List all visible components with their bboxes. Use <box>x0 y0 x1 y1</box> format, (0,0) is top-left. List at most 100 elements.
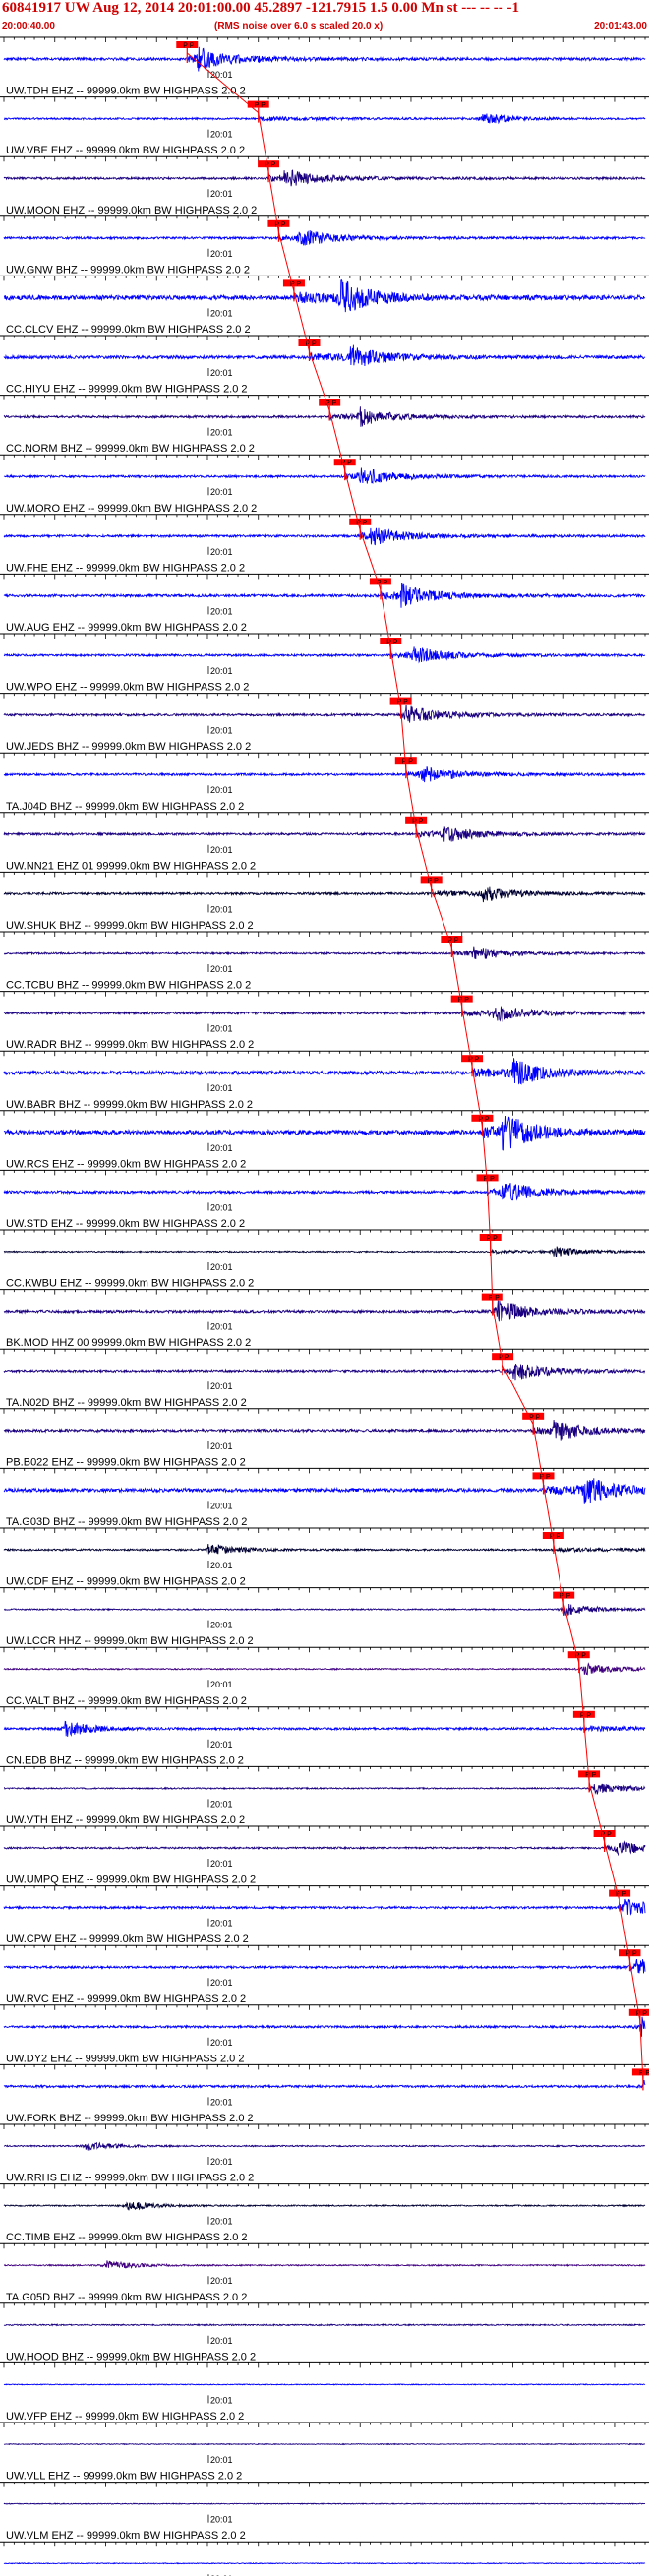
waveform-trace <box>3 113 646 125</box>
minute-label: 20:01 <box>210 2097 233 2107</box>
minute-label: 20:01 <box>210 1680 233 1689</box>
channel-row: UW.FORK BHZ -- 99999.0km BW HIGHPASS 2.0… <box>0 2063 649 2124</box>
channel-label: CC.VALT BHZ -- 99999.0km BW HIGHPASS 2.0… <box>6 1695 247 1707</box>
channel-label: UW.BABR BHZ -- 99999.0km BW HIGHPASS 2.0… <box>6 1099 253 1111</box>
channel-label: UW.UMPQ EHZ -- 99999.0km BW HIGHPASS 2.0… <box>6 1874 256 1886</box>
channel-label: UW.CDF EHZ -- 99999.0km BW HIGHPASS 2.0 … <box>6 1576 246 1588</box>
waveform-trace <box>3 467 646 485</box>
minute-label: 20:01 <box>210 2455 233 2465</box>
waveform-trace <box>3 646 646 664</box>
minute-label: 20:01 <box>210 130 233 140</box>
channel-label: TA.G03D BHZ -- 99999.0km BW HIGHPASS 2.0… <box>6 1516 247 1528</box>
waveform-trace <box>3 1898 646 1916</box>
channel-label: UW.GNW BHZ -- 99999.0km BW HIGHPASS 2.0 … <box>6 264 250 276</box>
channel-row: UW.FHE EHZ -- 99999.0km BW HIGHPASS 2.0 … <box>0 514 649 574</box>
channel-label: UW.MOON EHZ -- 99999.0km BW HIGHPASS 2.0… <box>6 205 257 216</box>
minute-label: 20:01 <box>210 1083 233 1093</box>
channel-row: UW.CDF EHZ -- 99999.0km BW HIGHPASS 2.0 … <box>0 1527 649 1588</box>
channel-row: CC.TIMB EHZ -- 99999.0km BW HIGHPASS 2.0… <box>0 2183 649 2243</box>
minute-label: 20:01 <box>210 1919 233 1929</box>
waveform-trace <box>3 1419 646 1441</box>
pick-label: P P <box>274 221 285 228</box>
channel-label: TA.N02D BHZ -- 99999.0km BW HIGHPASS 2.0… <box>6 1397 247 1409</box>
channel-label: UW.SHUK BHZ -- 99999.0km BW HIGHPASS 2.0… <box>6 920 254 932</box>
channel-label: CC.TIMB EHZ -- 99999.0km BW HIGHPASS 2.0… <box>6 2232 248 2243</box>
seismogram-plot: UW.TDH EHZ -- 99999.0km BW HIGHPASS 2.0 … <box>0 36 649 2576</box>
waveform-trace <box>3 2502 645 2505</box>
channel-label: UW.VBE EHZ -- 99999.0km BW HIGHPASS 2.0 … <box>6 145 245 156</box>
minute-label: 20:01 <box>210 2276 233 2286</box>
waveform-trace <box>3 2383 646 2386</box>
waveform-trace <box>3 1058 646 1085</box>
channel-row: UW.STD EHZ -- 99999.0km BW HIGHPASS 2.0 … <box>0 1169 649 1230</box>
waveform-trace <box>3 1840 646 1856</box>
waveform-trace <box>3 1363 646 1381</box>
channel-label: CC.KWBU EHZ -- 99999.0km BW HIGHPASS 2.0… <box>6 1278 254 1290</box>
minute-label: 20:01 <box>210 726 233 736</box>
minute-label: 20:01 <box>210 2217 233 2227</box>
channel-label: UW.LCCR HHZ -- 99999.0km BW HIGHPASS 2.0… <box>6 1635 254 1647</box>
waveform-trace <box>3 1246 646 1257</box>
channel-label: UW.WPO EHZ -- 99999.0km BW HIGHPASS 2.0 … <box>6 682 249 694</box>
pick-label: P P <box>639 2070 649 2077</box>
minute-label: 20:01 <box>210 2515 233 2525</box>
channel-row: TA.J04D BHZ -- 99999.0km BW HIGHPASS 2.0… <box>0 752 649 813</box>
minute-label: 20:01 <box>210 1740 233 1749</box>
minute-label: 20:01 <box>210 2038 233 2048</box>
pick-label: P P <box>580 1712 591 1719</box>
waveform-trace <box>3 946 646 960</box>
waveform-trace <box>3 1603 646 1616</box>
minute-label: 20:01 <box>210 189 233 199</box>
waveform-trace <box>3 1115 646 1151</box>
channel-row: CN.EDB BHZ -- 99999.0km BW HIGHPASS 2.0 … <box>0 1706 649 1766</box>
channel-row: UW.DY2 EHZ -- 99999.0km BW HIGHPASS 2.0 … <box>0 2004 649 2064</box>
minute-label: 20:01 <box>210 2336 233 2346</box>
minute-label: 20:01 <box>210 845 233 855</box>
channel-label: UW.TDH EHZ -- 99999.0km BW HIGHPASS 2.0 … <box>6 86 246 97</box>
channel-row: CC.NORM BHZ -- 99999.0km BW HIGHPASS 2.0… <box>0 395 649 455</box>
pick-label: P P <box>499 1355 509 1362</box>
channel-row: TA.N02D BHZ -- 99999.0km BW HIGHPASS 2.0… <box>0 1348 649 1409</box>
minute-label: 20:01 <box>210 904 233 914</box>
minute-label: 20:01 <box>210 1561 233 1570</box>
waveform-trace <box>3 886 646 903</box>
waveform-trace <box>3 705 646 723</box>
channel-row: UW.VLM EHZ -- 99999.0km BW HIGHPASS 2.0 … <box>0 2482 649 2542</box>
waveform-trace <box>3 1005 646 1022</box>
channel-label: CC.TCBU BHZ -- 99999.0km BW HIGHPASS 2.0… <box>6 980 251 992</box>
channel-row: PB.B022 EHZ -- 99999.0km BW HIGHPASS 2.0… <box>0 1408 649 1468</box>
channel-row: UW.TDH EHZ -- 99999.0km BW HIGHPASS 2.0 … <box>0 36 649 97</box>
minute-label: 20:01 <box>210 2395 233 2405</box>
minute-label: 20:01 <box>210 368 233 378</box>
channel-row: UW.VFP EHZ -- 99999.0km BW HIGHPASS 2.0 … <box>0 2361 649 2423</box>
pick-label: P P <box>402 759 413 766</box>
minute-label: 20:01 <box>210 785 233 795</box>
channel-row: UW.RADR BHZ -- 99999.0km BW HIGHPASS 2.0… <box>0 991 649 1051</box>
minute-label: 20:01 <box>210 1621 233 1630</box>
channel-row: UW.SHUK BHZ -- 99999.0km BW HIGHPASS 2.0… <box>0 871 649 932</box>
channel-label: UW.FORK BHZ -- 99999.0km BW HIGHPASS 2.0… <box>6 2113 254 2124</box>
channel-label: TA.G05D BHZ -- 99999.0km BW HIGHPASS 2.0… <box>6 2292 247 2303</box>
channel-row: CC.HIYU EHZ -- 99999.0km BW HIGHPASS 2.0… <box>0 335 649 396</box>
channel-row: UW.VBE EHZ -- 99999.0km BW HIGHPASS 2.0 … <box>0 96 649 156</box>
minute-label: 20:01 <box>210 70 233 80</box>
minute-label: 20:01 <box>210 308 233 318</box>
waveform-trace <box>3 2260 646 2269</box>
waveform-trace <box>3 1662 646 1676</box>
minute-label: 20:01 <box>210 487 233 497</box>
minute-label: 20:01 <box>210 1322 233 1332</box>
minute-label: 20:01 <box>210 547 233 557</box>
channel-label: UW.STD EHZ -- 99999.0km BW HIGHPASS 2.0 … <box>6 1218 245 1230</box>
channel-label: CC.NORM BHZ -- 99999.0km BW HIGHPASS 2.0… <box>6 443 255 455</box>
pick-label: P P <box>397 699 408 705</box>
minute-label: 20:01 <box>210 1799 233 1809</box>
pick-label: P P <box>636 2010 647 2017</box>
pick-label: P P <box>484 1176 495 1183</box>
pick-label: P P <box>560 1593 570 1600</box>
channel-row: CC.CLCV EHZ -- 99999.0km BW HIGHPASS 2.0… <box>0 275 649 336</box>
waveform-trace <box>3 582 646 608</box>
channel-label: CC.CLCV EHZ -- 99999.0km BW HIGHPASS 2.0… <box>6 324 251 336</box>
waveform-trace <box>3 2561 646 2565</box>
pick-label: P P <box>550 1534 560 1541</box>
channel-row: UW.LCCR HHZ -- 99999.0km BW HIGHPASS 2.0… <box>0 1587 649 1647</box>
